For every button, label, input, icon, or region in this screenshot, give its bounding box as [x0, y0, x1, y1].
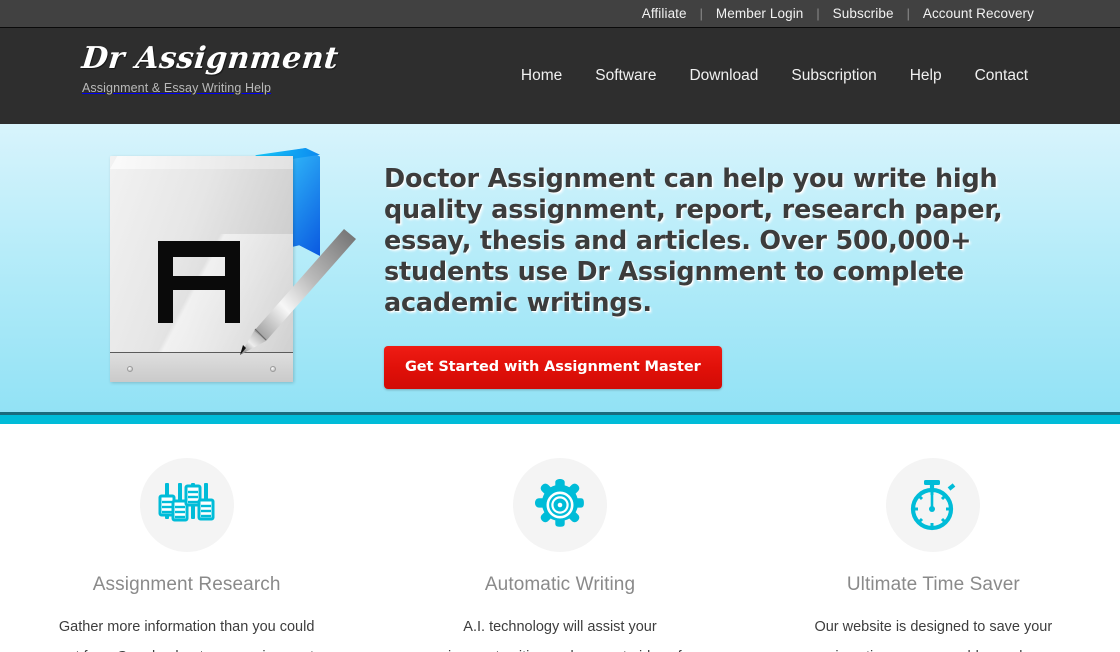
feature-card-assignment-research: Assignment Research Gather more informat… [0, 458, 373, 652]
topbar-separator: | [816, 6, 820, 21]
site-header: Dr Assignment Assignment & Essay Writing… [0, 28, 1120, 124]
feature-title: Ultimate Time Saver [846, 574, 1020, 595]
nav-item-help[interactable]: Help [910, 67, 942, 85]
brand-logo[interactable]: Dr Assignment Assignment & Essay Writing… [80, 41, 341, 95]
top-utility-bar: Affiliate | Member Login | Subscribe | A… [0, 0, 1120, 28]
feature-card-automatic-writing: Automatic Writing A.I. technology will a… [373, 458, 746, 652]
pencil-icon [240, 229, 356, 355]
nav-item-download[interactable]: Download [689, 67, 758, 85]
feature-icon-circle [886, 458, 981, 552]
brand-name: Dr Assignment [80, 41, 341, 76]
feature-title: Assignment Research [92, 574, 281, 595]
stopwatch-icon [911, 480, 956, 531]
feature-description: Gather more information than you could g… [58, 619, 315, 652]
main-nav: Home Software Download Subscription Help… [521, 67, 1028, 85]
feature-description: A.I. technology will assist your assignm… [425, 619, 694, 652]
get-started-button[interactable]: Get Started with Assignment Master [384, 346, 722, 389]
feature-icon-circle [512, 458, 607, 552]
box-screw-right-icon [270, 366, 276, 372]
topbar-separator: | [906, 6, 910, 21]
product-box-top-face [110, 156, 293, 169]
nav-item-software[interactable]: Software [595, 67, 656, 85]
topbar-link-affiliate[interactable]: Affiliate [642, 6, 687, 21]
topbar-link-subscribe[interactable]: Subscribe [833, 6, 894, 21]
gear-icon [534, 479, 584, 527]
sliders-icon [158, 483, 215, 522]
hero-headline: Doctor Assignment can help you write hig… [384, 164, 1003, 318]
feature-title: Automatic Writing [484, 574, 636, 595]
hero-banner: Doctor Assignment can help you write hig… [0, 124, 1120, 412]
feature-description: Our website is designed to save your pre… [807, 619, 1059, 652]
topbar-separator: | [699, 6, 703, 21]
nav-item-home[interactable]: Home [521, 67, 562, 85]
top-utility-nav: Affiliate | Member Login | Subscribe | A… [642, 6, 1034, 21]
hero-copy: Doctor Assignment can help you write hig… [384, 146, 1044, 389]
topbar-link-member-login[interactable]: Member Login [716, 6, 804, 21]
features-section: Assignment Research Gather more informat… [0, 424, 1120, 652]
brand-tagline: Assignment & Essay Writing Help [82, 81, 272, 95]
assignment-master-box-icon [110, 146, 356, 382]
topbar-link-account-recovery[interactable]: Account Recovery [923, 6, 1034, 21]
hero-divider-cyan [0, 415, 1120, 424]
feature-icon-circle [139, 458, 234, 552]
nav-item-contact[interactable]: Contact [975, 67, 1028, 85]
feature-card-ultimate-time-saver: Ultimate Time Saver Our website is desig… [747, 458, 1120, 652]
nav-item-subscription[interactable]: Subscription [791, 67, 876, 85]
box-screw-left-icon [127, 366, 133, 372]
